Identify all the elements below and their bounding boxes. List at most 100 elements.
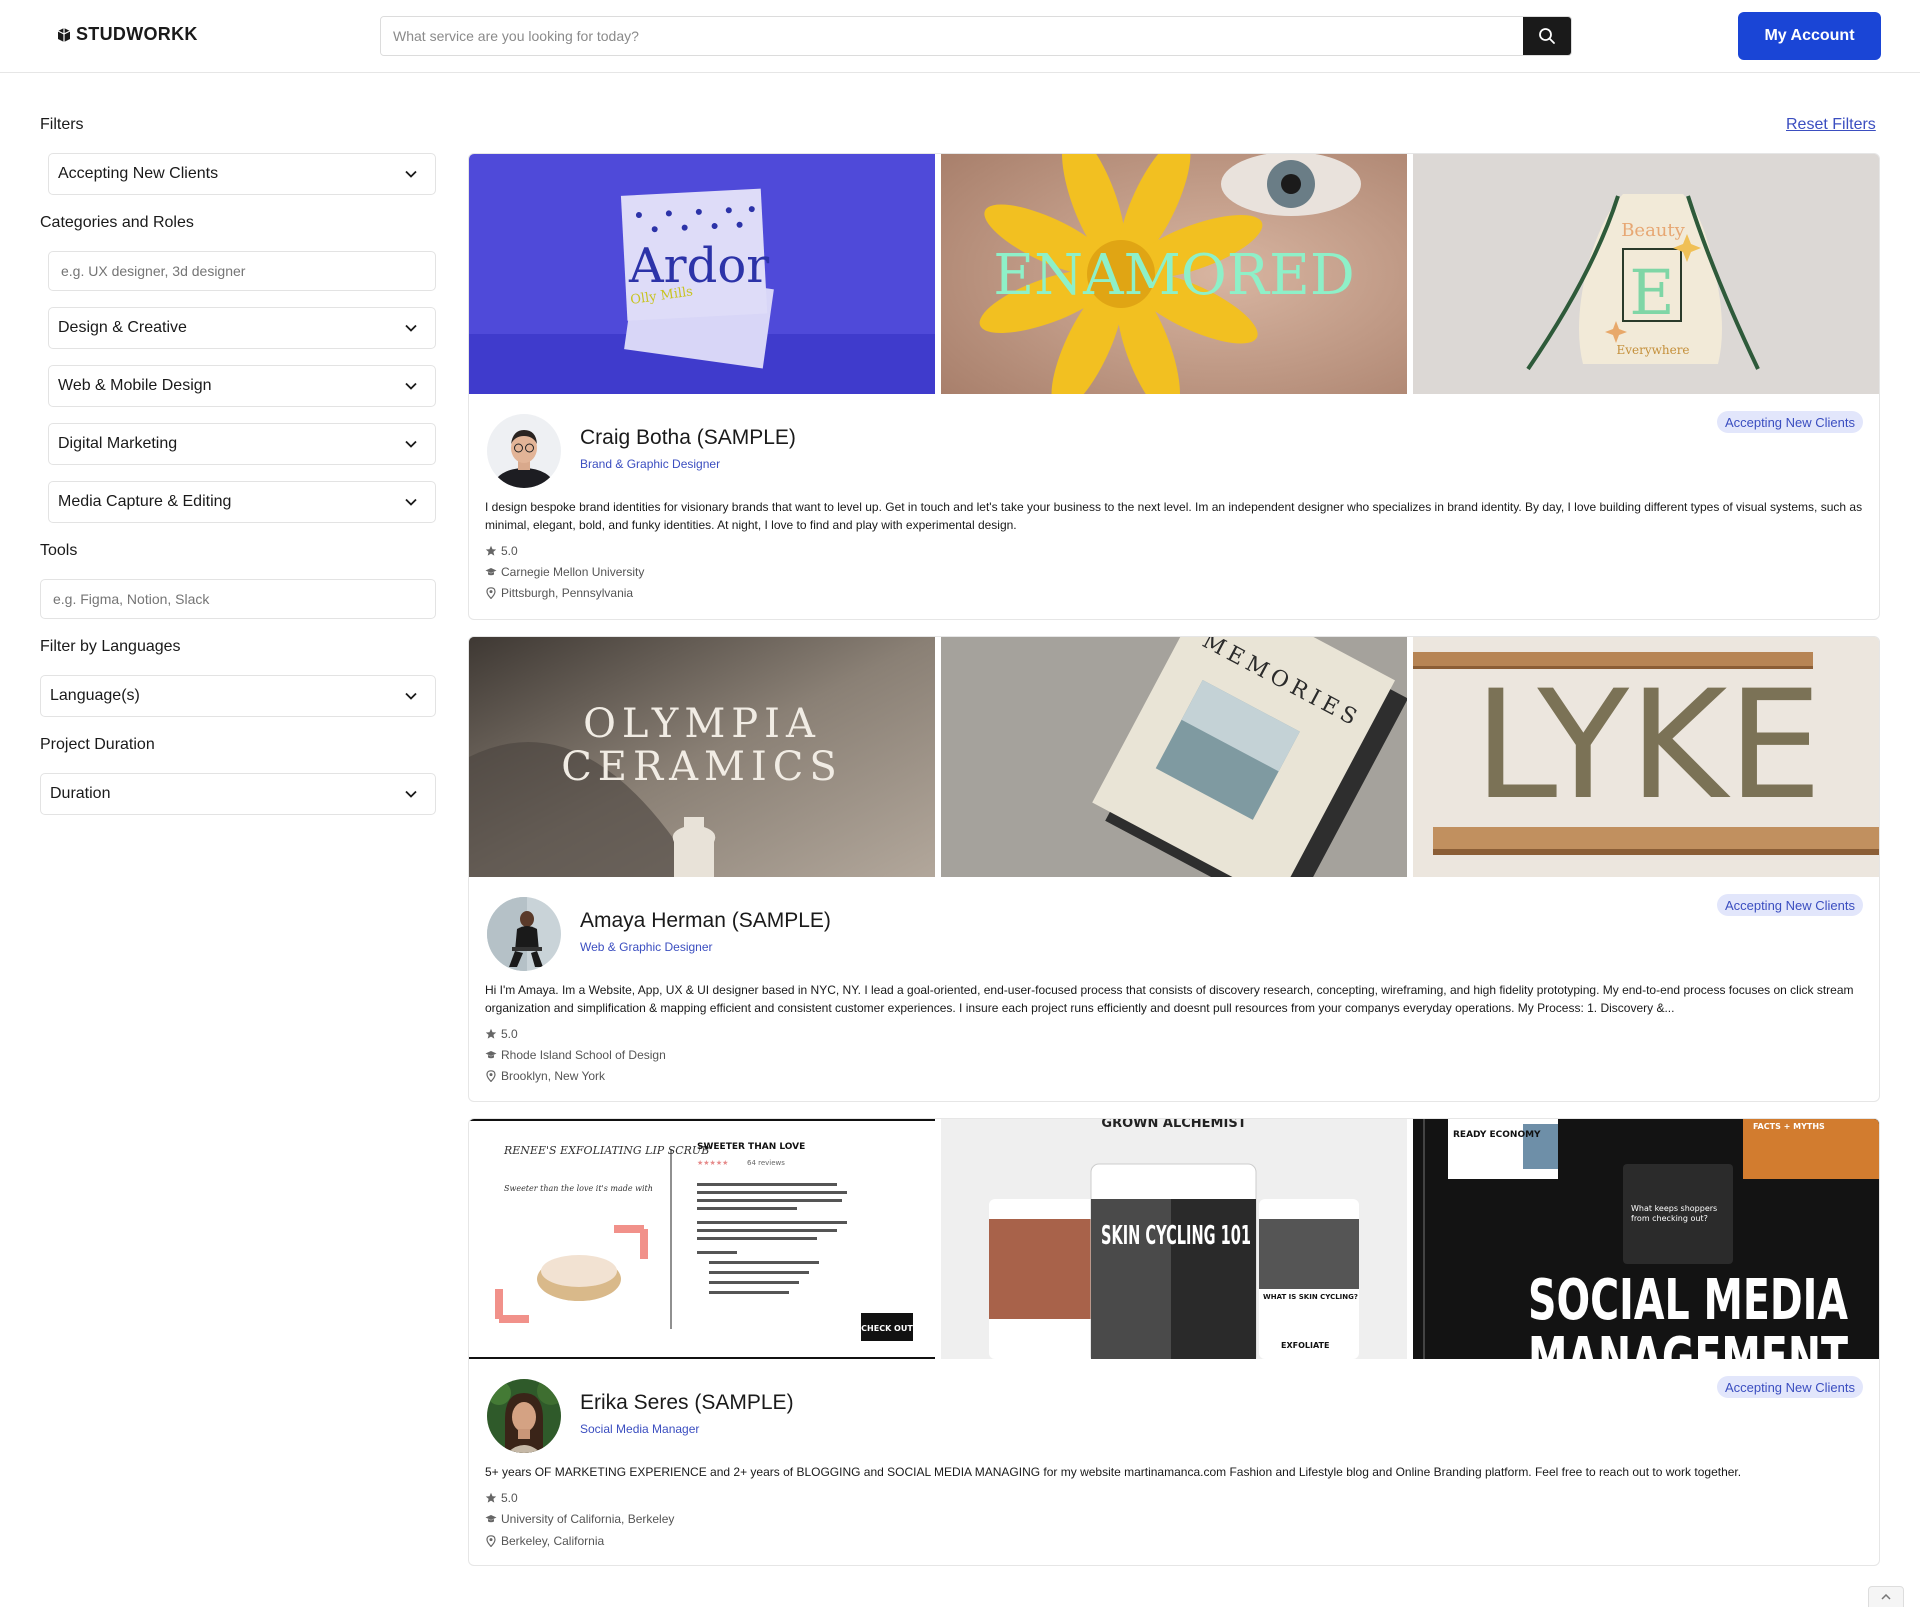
portfolio-image[interactable]: LYKE [1413,637,1879,877]
portfolio-image[interactable]: ENAMORED [941,154,1407,394]
category-dropdown-web-mobile[interactable]: Web & Mobile Design [48,365,436,407]
avatar[interactable] [487,897,561,971]
exfoliate-text: EXFOLIATE [1281,1341,1329,1350]
languages-heading: Filter by Languages [40,638,181,655]
location-text: Pittsburgh, Pennsylvania [501,586,634,600]
filters-heading: Filters [40,116,84,133]
profile-name[interactable]: Erika Seres (SAMPLE) [580,1391,794,1415]
portfolio-image[interactable]: Ardor Olly Mills [469,154,935,394]
portfolio-thumbnails: Ardor Olly Mills ENAMORED Beauty E Every… [469,154,1879,394]
chevron-down-icon [405,170,417,178]
languages-dropdown[interactable]: Language(s) [40,675,436,717]
category-dropdown-design-creative[interactable]: Design & Creative [48,307,436,349]
enamored-text: ENAMORED [993,243,1355,308]
reset-filters-link[interactable]: Reset Filters [1786,116,1876,134]
rating-value: 5.0 [501,544,518,558]
profile-role: Social Media Manager [580,1422,700,1436]
categories-heading: Categories and Roles [40,214,194,231]
ready-economy-text: READY ECONOMY [1453,1130,1541,1140]
rating: 5.0 [485,1491,518,1505]
chevron-down-icon [405,790,417,798]
rating-value: 5.0 [501,1027,518,1041]
chevron-down-icon [405,498,417,506]
management-text: MANAGEMENT [1528,1326,1848,1359]
profile-name[interactable]: Amaya Herman (SAMPLE) [580,909,831,933]
search-icon [1539,28,1555,44]
category-dropdown-media-capture[interactable]: Media Capture & Editing [48,481,436,523]
logo-icon [57,27,71,42]
facts-myths-text: FACTS + MYTHS [1753,1122,1825,1131]
duration-dropdown[interactable]: Duration [40,773,436,815]
graduation-cap-icon [485,1051,497,1059]
logo[interactable]: STUDWORKK [56,24,198,45]
chevron-up-icon [1881,1594,1891,1600]
lip-scrub-title: RENEE'S EXFOLIATING LIP SCRUB [503,1144,709,1157]
reviews-count-text: 64 reviews [747,1159,785,1167]
social-media-text: SOCIAL MEDIA [1528,1268,1848,1333]
education: University of California, Berkeley [485,1512,674,1526]
everywhere-text: Everywhere [1616,343,1689,357]
check-out-text: CHECK OUT [861,1324,913,1333]
location: Pittsburgh, Pennsylvania [485,586,633,600]
graduation-cap-icon [485,1515,497,1523]
accepting-clients-dropdown[interactable]: Accepting New Clients [48,153,436,195]
star-icon [485,1492,497,1503]
tools-heading: Tools [40,542,78,559]
star-icon [485,1028,497,1039]
search-input[interactable] [381,17,1523,55]
avatar[interactable] [487,1379,561,1453]
status-badge: Accepting New Clients [1716,1376,1863,1398]
categories-search-input[interactable] [48,251,436,291]
portfolio-thumbnails: OLYMPIA CERAMICS MEMORIES LYKE [469,637,1879,877]
profile-role: Brand & Graphic Designer [580,457,721,471]
ardor-text: Ardor [628,238,769,294]
logo-text: STUDWORKK [76,24,198,44]
profile-card[interactable]: OLYMPIA CERAMICS MEMORIES LYKE Amaya Her… [468,636,1880,1102]
what-is-skin-cycling-text: WHAT IS SKIN CYCLING? [1263,1293,1358,1301]
profile-bio: Hi I'm Amaya. Im a Website, App, UX & UI… [485,983,1854,1015]
location-pin-icon [486,1535,496,1547]
profile-bio: I design bespoke brand identities for vi… [485,500,1863,532]
status-badge: Accepting New Clients [1716,411,1863,433]
school-name: Carnegie Mellon University [501,565,645,579]
star-icon [485,545,497,556]
chevron-down-icon [405,440,417,448]
my-account-button[interactable]: My Account [1738,12,1881,60]
rating-value: 5.0 [501,1491,518,1505]
scroll-to-top-button[interactable] [1868,1586,1904,1607]
search-button[interactable] [1523,17,1571,55]
chevron-down-icon [405,382,417,390]
duration-label: Duration [50,785,111,802]
category-label: Design & Creative [58,319,187,336]
profile-card[interactable]: RENEE'S EXFOLIATING LIP SCRUB Sweeter th… [468,1118,1880,1566]
education: Carnegie Mellon University [485,565,644,579]
profile-card[interactable]: Ardor Olly Mills ENAMORED Beauty E Every… [468,153,1880,620]
olympia-text: OLYMPIA [583,701,821,747]
portfolio-image[interactable]: READY ECONOMY FACTS + MYTHS What keeps s… [1413,1119,1879,1359]
avatar[interactable] [487,414,561,488]
top-header: STUDWORKK My Account [0,0,1920,73]
lip-scrub-tagline: Sweeter than the love it's made with [504,1184,653,1193]
portfolio-image[interactable]: GROWN ALCHEMIST SKIN CYCLING 101 WHAT IS… [941,1119,1407,1359]
location: Brooklyn, New York [485,1069,605,1083]
accepting-clients-label: Accepting New Clients [58,165,219,182]
portfolio-image[interactable]: OLYMPIA CERAMICS [469,637,935,877]
category-label: Digital Marketing [58,435,178,452]
portfolio-image[interactable]: MEMORIES [941,637,1407,877]
portfolio-image[interactable]: RENEE'S EXFOLIATING LIP SCRUB Sweeter th… [469,1119,935,1359]
school-name: University of California, Berkeley [501,1512,675,1526]
profile-name[interactable]: Craig Botha (SAMPLE) [580,426,796,450]
skin-cycling-text: SKIN CYCLING 101 [1101,1221,1251,1251]
category-dropdown-digital-marketing[interactable]: Digital Marketing [48,423,436,465]
portfolio-image[interactable]: Beauty E Everywhere [1413,154,1879,394]
graduation-cap-icon [485,568,497,576]
beauty-text: Beauty [1621,220,1685,241]
what-keeps-shoppers-text: What keeps shoppers from checking out? [1631,1204,1718,1223]
school-name: Rhode Island School of Design [501,1048,666,1062]
category-label: Web & Mobile Design [58,377,212,394]
rating: 5.0 [485,1027,518,1041]
duration-heading: Project Duration [40,736,155,753]
tools-search-input[interactable] [40,579,436,619]
chevron-down-icon [405,692,417,700]
chevron-down-icon [405,324,417,332]
